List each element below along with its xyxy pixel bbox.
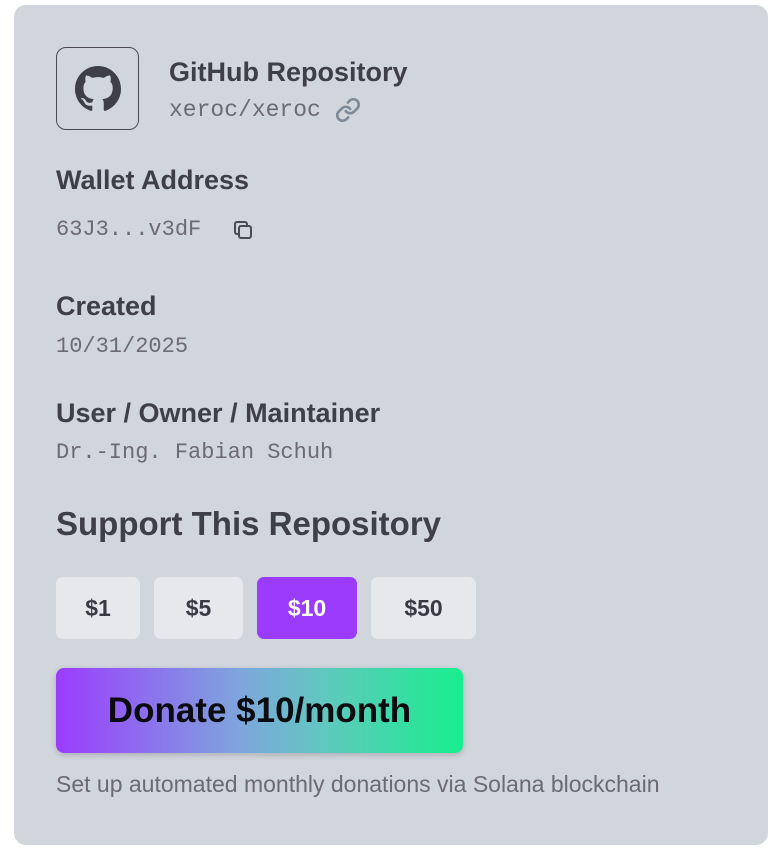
created-date: 10/31/2025 (56, 334, 189, 359)
owner-name: Dr.-Ing. Fabian Schuh (56, 440, 334, 465)
amount-options: $1 $5 $10 $50 (56, 577, 490, 639)
amount-button-10[interactable]: $10 (257, 577, 357, 639)
repository-card: GitHub Repository xeroc/xeroc Wallet Add… (14, 5, 768, 845)
amount-button-1[interactable]: $1 (56, 577, 140, 639)
repo-name-row: xeroc/xeroc (169, 97, 361, 123)
wallet-row: 63J3...v3dF (56, 217, 255, 242)
copy-icon[interactable] (231, 218, 255, 242)
repo-icon-box (56, 47, 139, 130)
owner-label: User / Owner / Maintainer (56, 398, 381, 428)
amount-button-50[interactable]: $50 (371, 577, 476, 639)
created-label: Created (56, 291, 157, 321)
amount-button-5[interactable]: $5 (154, 577, 243, 639)
link-icon[interactable] (335, 97, 361, 123)
repo-name[interactable]: xeroc/xeroc (169, 97, 321, 123)
repo-title: GitHub Repository (169, 57, 408, 87)
wallet-label: Wallet Address (56, 165, 250, 195)
donate-button[interactable]: Donate $10/month (56, 668, 463, 753)
donate-note: Set up automated monthly donations via S… (56, 771, 660, 797)
wallet-address: 63J3...v3dF (56, 217, 202, 242)
github-icon (74, 65, 121, 111)
support-title: Support This Repository (56, 505, 442, 542)
